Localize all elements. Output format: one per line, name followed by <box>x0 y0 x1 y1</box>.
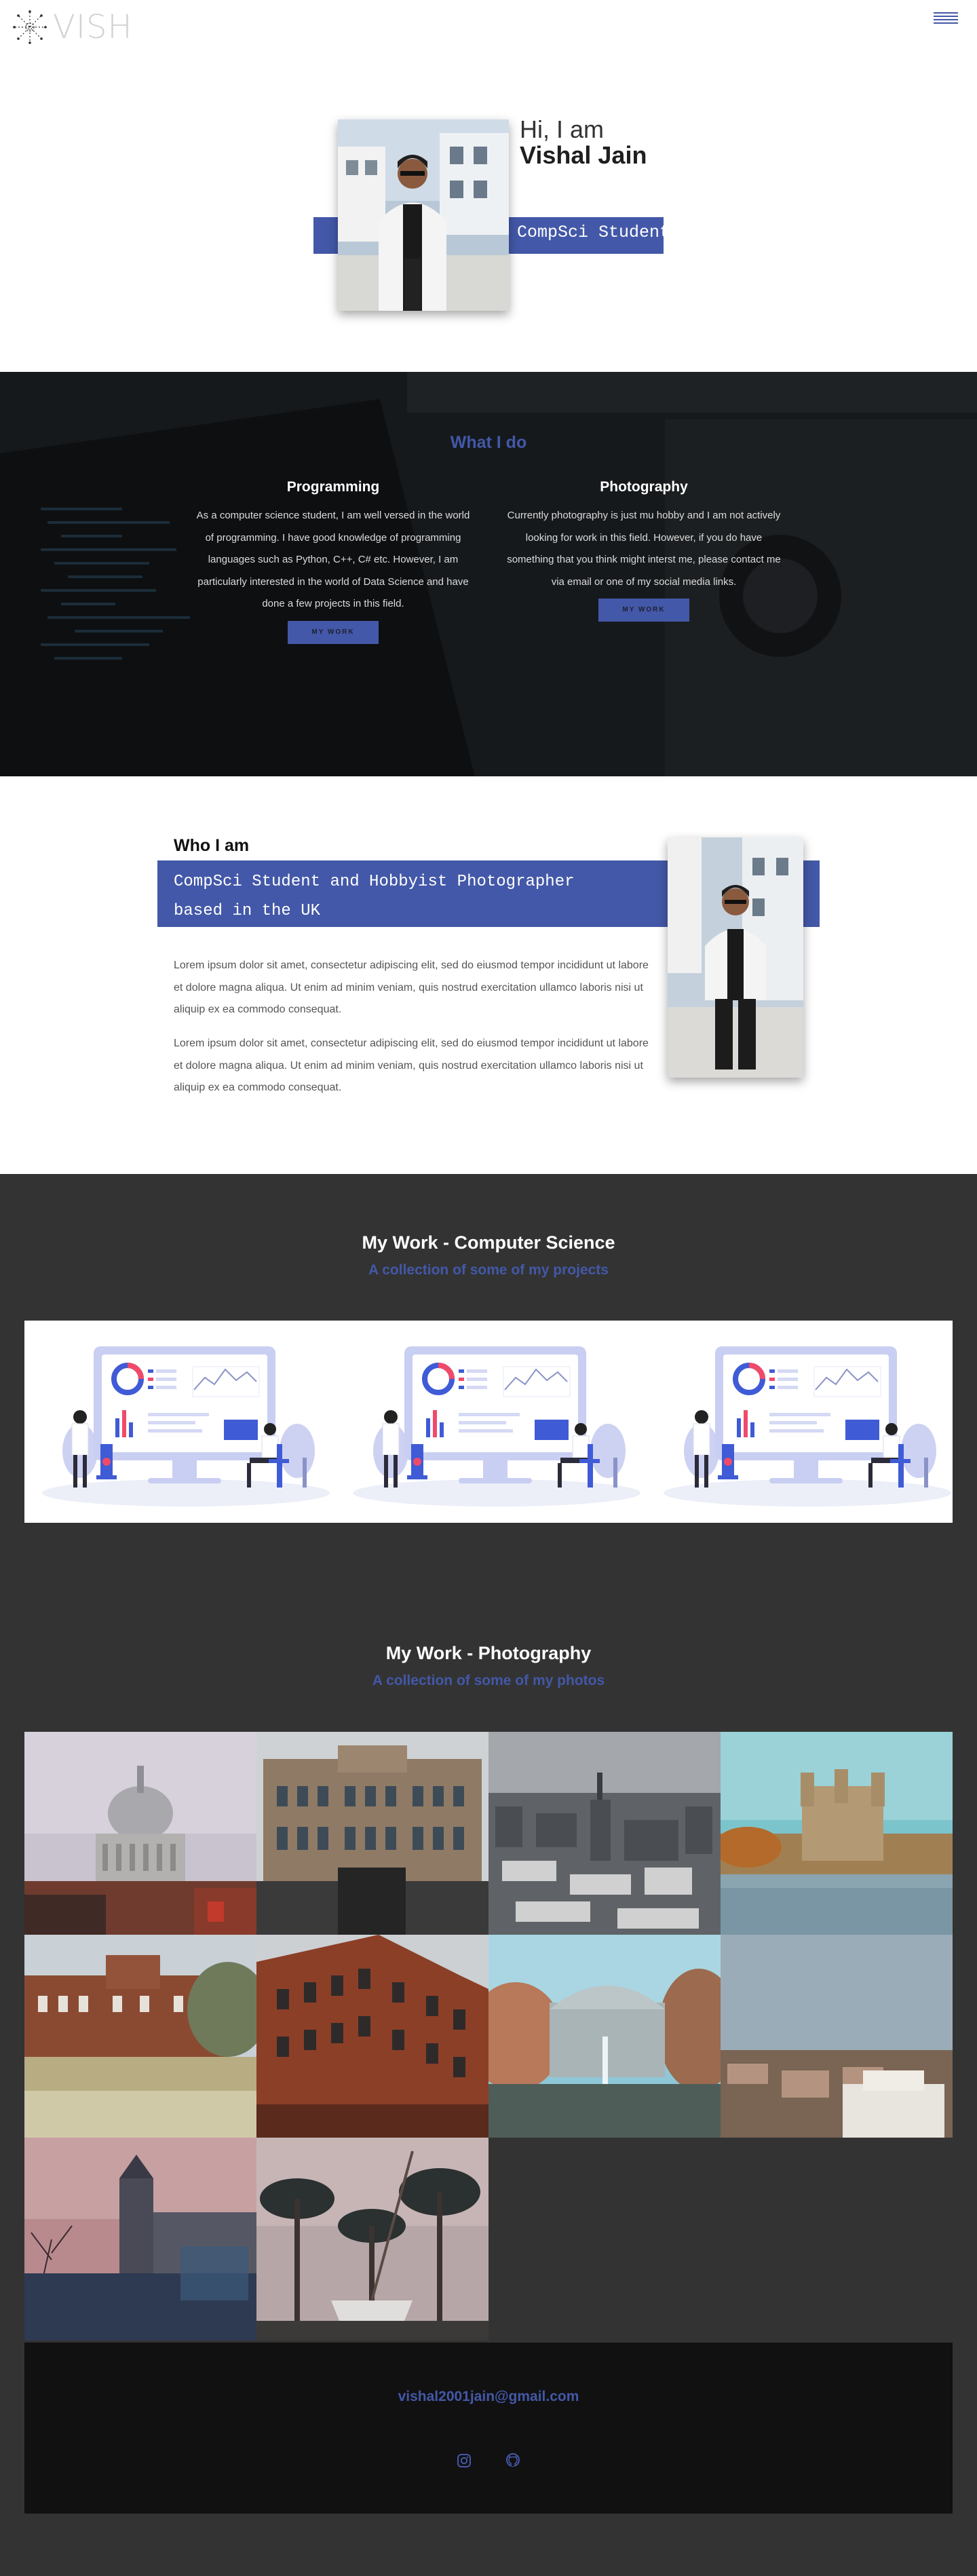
hero-greeting: Hi, I am <box>520 115 605 143</box>
what-i-do-section: What I do Programming As a computer scie… <box>0 372 977 776</box>
photo-work-title: My Work - Photography <box>385 1643 592 1663</box>
programming-heading: Programming <box>286 479 380 495</box>
photo-city-skyline[interactable] <box>488 1732 721 1935</box>
photo-crystal-palace-fountain[interactable] <box>488 1935 721 2138</box>
tagline-line-1: CompSci Student and Hobbyist Photographe… <box>174 873 575 891</box>
who-i-am-paragraph-2: Lorem ipsum dolor sit amet, consectetur … <box>174 1038 649 1093</box>
who-i-am-tagline: CompSci Student and Hobbyist Photographe… <box>174 867 649 926</box>
photo-palm-trees-boat[interactable] <box>256 2138 488 2341</box>
photo-kensington-palace[interactable] <box>24 1935 256 2138</box>
hero-name: Vishal Jain <box>520 141 647 169</box>
hamburger-menu-icon[interactable] <box>934 12 958 27</box>
site-footer: vishal2001jain@gmail.com <box>24 2343 953 2514</box>
project-card-1[interactable] <box>39 1342 332 1507</box>
hero-role: CompSci Student <box>517 223 670 242</box>
cs-work-subtitle: A collection of some of my projects <box>368 1262 609 1278</box>
photo-cityscape-overlook[interactable] <box>721 1935 953 2138</box>
photo-red-brick-hotel[interactable] <box>256 1935 488 2138</box>
project-card-3[interactable] <box>661 1342 954 1507</box>
photography-heading: Photography <box>600 479 688 495</box>
programming-column: Programming As a computer science studen… <box>194 479 472 644</box>
programming-text: As a computer science student, I am well… <box>196 510 470 609</box>
starburst-logo-icon <box>13 10 47 44</box>
photography-column: Photography Currently photography is jus… <box>505 479 783 622</box>
photography-text: Currently photography is just mu hobby a… <box>507 510 781 588</box>
who-i-am-title: Who I am <box>174 836 250 855</box>
photo-church-tower-dusk[interactable] <box>24 2138 256 2341</box>
footer-email-link[interactable]: vishal2001jain@gmail.com <box>24 2389 953 2405</box>
photo-tower-of-london[interactable] <box>721 1732 953 1935</box>
who-i-am-paragraph-1: Lorem ipsum dolor sit amet, consectetur … <box>174 960 649 1015</box>
hero-portrait <box>338 119 509 311</box>
data-dashboard-illustration <box>353 1346 640 1507</box>
data-dashboard-illustration <box>42 1346 330 1507</box>
instagram-icon[interactable] <box>455 2451 474 2470</box>
photography-my-work-button[interactable]: MY WORK <box>598 599 689 622</box>
logo-text: VISH <box>53 8 133 46</box>
data-dashboard-illustration <box>664 1346 951 1507</box>
photo-st-pauls[interactable] <box>24 1732 256 1935</box>
photo-buckingham[interactable] <box>256 1732 488 1935</box>
cs-work-title: My Work - Computer Science <box>362 1232 615 1253</box>
site-logo[interactable]: VISH <box>11 8 133 46</box>
who-i-am-portrait <box>668 837 803 1078</box>
what-i-do-title: What I do <box>450 433 527 452</box>
cs-projects-strip <box>24 1321 953 1523</box>
site-header: VISH <box>0 0 977 61</box>
project-card-2[interactable] <box>350 1342 643 1507</box>
tagline-line-2: based in the UK <box>174 902 321 920</box>
github-icon[interactable] <box>503 2451 522 2470</box>
programming-my-work-button[interactable]: MY WORK <box>288 620 379 644</box>
photo-work-subtitle: A collection of some of my photos <box>372 1673 605 1688</box>
